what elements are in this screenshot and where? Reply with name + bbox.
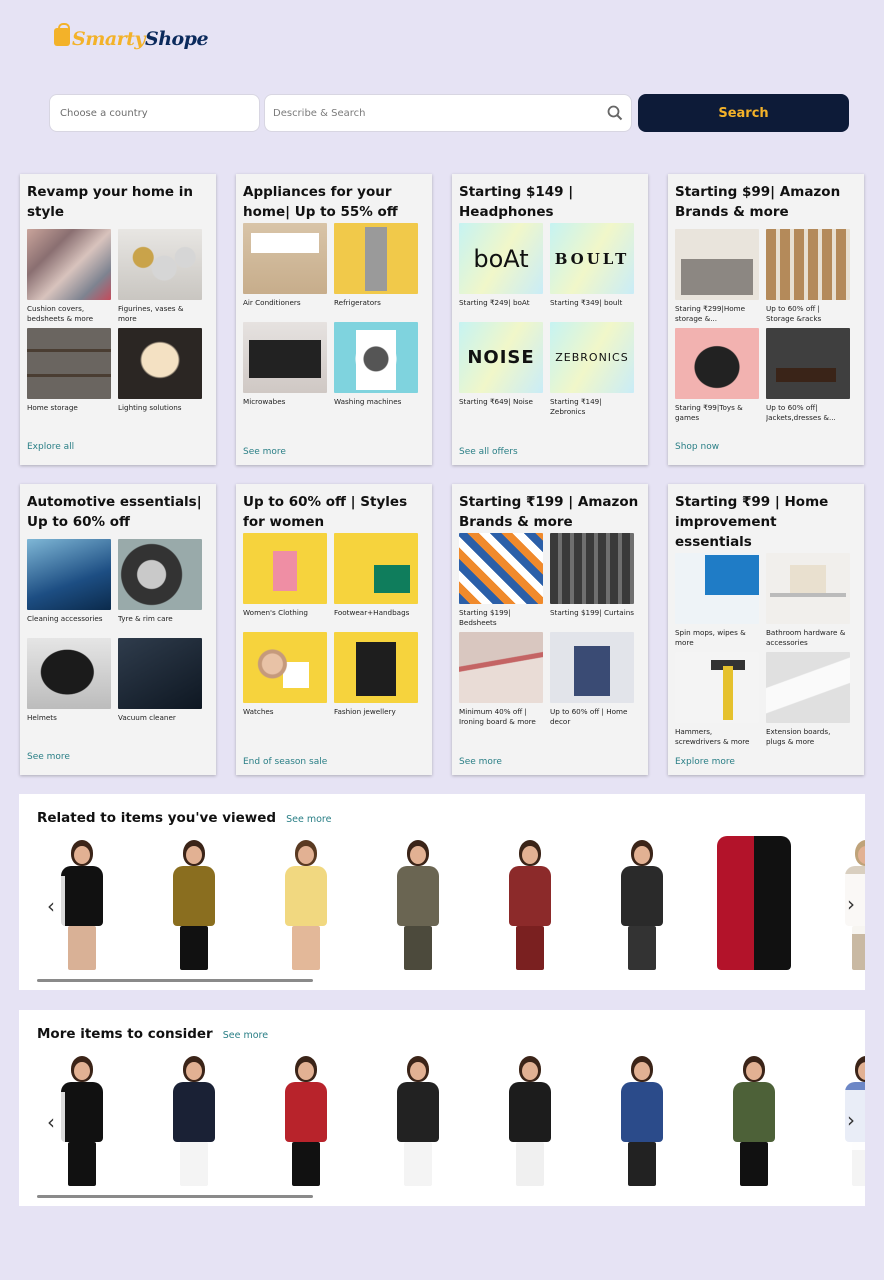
tile-lighting[interactable]: Lighting solutions — [118, 328, 202, 425]
product-card[interactable] — [149, 834, 239, 974]
product-card[interactable] — [709, 1050, 799, 1190]
zebronics-logo: ZEBRONICS — [550, 322, 634, 393]
card-title: Starting ₹99 | Home improvement essentia… — [675, 494, 829, 550]
card-title: Automotive essentials| Up to 60% off — [27, 494, 202, 530]
more-items-carousel: More items to consider See more ‹ › — [19, 1010, 865, 1206]
carousel-see-more[interactable]: See more — [223, 1030, 268, 1041]
card-title: Revamp your home in style — [27, 184, 193, 220]
card-link[interactable]: See more — [243, 447, 286, 457]
tile-cushion-covers[interactable]: Cushion covers, bedsheets & more — [27, 229, 111, 326]
tile-boult[interactable]: BOULT Starting ₹349| boult — [550, 223, 634, 320]
brand-logo[interactable]: SmartyShope — [54, 23, 209, 52]
carousel-scrollbar[interactable] — [37, 1195, 313, 1198]
card-headphones: Starting $149 | Headphones boAt Starting … — [452, 174, 648, 465]
product-card[interactable] — [485, 1050, 575, 1190]
carousel-scrollbar[interactable] — [37, 979, 313, 982]
card-automotive: Automotive essentials| Up to 60% off Cle… — [20, 484, 216, 775]
tile-home-storage-2[interactable]: Staring ₹299|Home storage &... — [675, 229, 759, 326]
product-card[interactable] — [261, 1050, 351, 1190]
card-link[interactable]: Explore all — [27, 442, 74, 452]
search-icon[interactable] — [607, 105, 623, 121]
tile-refrigerators[interactable]: Refrigerators — [334, 223, 418, 320]
tile-noise[interactable]: NOISE Starting ₹649| Noise — [459, 322, 543, 419]
chevron-left-icon[interactable]: ‹ — [37, 876, 65, 936]
chevron-left-icon[interactable]: ‹ — [37, 1092, 65, 1152]
card-home-style: Revamp your home in style Cushion covers… — [20, 174, 216, 465]
boat-logo: boAt — [459, 223, 543, 294]
carousel-see-more[interactable]: See more — [286, 814, 331, 825]
chevron-right-icon[interactable]: › — [837, 874, 865, 934]
product-card[interactable] — [261, 834, 351, 974]
product-card[interactable] — [485, 834, 575, 974]
product-card[interactable] — [709, 834, 799, 974]
tile-tyre-rim[interactable]: Tyre & rim care — [118, 539, 202, 636]
card-home-improvement: Starting ₹99 | Home improvement essentia… — [668, 484, 864, 775]
tile-spin-mops[interactable]: Spin mops, wipes & more — [675, 553, 759, 650]
tile-cleaning[interactable]: Cleaning accessories — [27, 539, 111, 636]
tile-boat[interactable]: boAt Starting ₹249| boAt — [459, 223, 543, 320]
boult-logo: BOULT — [550, 223, 634, 294]
card-title: Starting $149 | Headphones — [459, 184, 574, 220]
tile-fashion-jewellery[interactable]: Fashion jewellery — [334, 632, 418, 729]
tile-zebronics[interactable]: ZEBRONICS Starting ₹149| Zebronics — [550, 322, 634, 419]
card-amazon-brands: Starting $99| Amazon Brands & more Stari… — [668, 174, 864, 465]
product-card[interactable] — [149, 1050, 239, 1190]
tile-home-storage[interactable]: Home storage — [27, 328, 111, 425]
chevron-right-icon[interactable]: › — [837, 1090, 865, 1150]
product-card[interactable] — [597, 1050, 687, 1190]
tile-watches[interactable]: Watches — [243, 632, 327, 729]
product-card[interactable] — [373, 1050, 463, 1190]
tile-microwaves[interactable]: Microwabes — [243, 322, 327, 419]
card-link[interactable]: End of season sale — [243, 757, 327, 767]
card-link[interactable]: Explore more — [675, 757, 735, 767]
carousel-title: Related to items you've viewed — [37, 810, 277, 826]
tile-figurines[interactable]: Figurines, vases & more — [118, 229, 202, 326]
tile-bedsheets[interactable]: Starting $199| Bedsheets — [459, 533, 543, 630]
card-title: Appliances for your home| Up to 55% off — [243, 184, 398, 220]
search-placeholder: Describe & Search — [273, 107, 366, 119]
card-title: Starting $99| Amazon Brands & more — [675, 184, 841, 220]
tile-home-decor[interactable]: Up to 60% off | Home decor — [550, 632, 634, 729]
carousel-title: More items to consider — [37, 1026, 213, 1042]
tile-storage-racks[interactable]: Up to 60% off | Storage &racks — [766, 229, 850, 326]
tile-extension-boards[interactable]: Extension boards, plugs & more — [766, 652, 850, 749]
search-button[interactable]: Search — [638, 94, 849, 132]
noise-logo: NOISE — [459, 322, 543, 393]
brand-name: SmartyShope — [72, 28, 209, 50]
card-appliances: Appliances for your home| Up to 55% off … — [236, 174, 432, 465]
tile-ironing-board[interactable]: Minimum 40% off | Ironing board & more — [459, 632, 543, 729]
card-link[interactable]: See more — [27, 752, 70, 762]
card-link[interactable]: Shop now — [675, 442, 719, 452]
tile-curtains[interactable]: Starting $199| Curtains — [550, 533, 634, 630]
card-amazon-brands-199: Starting ₹199 | Amazon Brands & more Sta… — [452, 484, 648, 775]
product-card[interactable] — [597, 834, 687, 974]
card-link[interactable]: See more — [459, 757, 502, 767]
card-title: Starting ₹199 | Amazon Brands & more — [459, 494, 639, 530]
card-women-styles: Up to 60% off | Styles for women Women's… — [236, 484, 432, 775]
product-card[interactable] — [373, 834, 463, 974]
country-select[interactable]: Choose a country — [49, 94, 260, 132]
tile-vacuum[interactable]: Vacuum cleaner — [118, 638, 202, 735]
card-title: Up to 60% off | Styles for women — [243, 494, 408, 530]
tile-air-conditioners[interactable]: Air Conditioners — [243, 223, 327, 320]
country-placeholder: Choose a country — [60, 107, 148, 119]
tile-jackets-shoes[interactable]: Up to 60% off| Jackets,dresses &... — [766, 328, 850, 425]
search-input[interactable]: Describe & Search — [264, 94, 632, 132]
shopping-bag-icon — [54, 23, 70, 46]
related-items-carousel: Related to items you've viewed See more … — [19, 794, 865, 990]
tile-footwear-handbags[interactable]: Footwear+Handbags — [334, 533, 418, 630]
tile-helmets[interactable]: Helmets — [27, 638, 111, 735]
tile-bathroom-hardware[interactable]: Bathroom hardware & accessories — [766, 553, 850, 650]
card-link[interactable]: See all offers — [459, 447, 518, 457]
tile-washing-machines[interactable]: Washing machines — [334, 322, 418, 419]
tile-toys[interactable]: Staring ₹99|Toys & games — [675, 328, 759, 425]
tile-womens-clothing[interactable]: Women's Clothing — [243, 533, 327, 630]
tile-hammers[interactable]: Hammers, screwdrivers & more — [675, 652, 759, 749]
